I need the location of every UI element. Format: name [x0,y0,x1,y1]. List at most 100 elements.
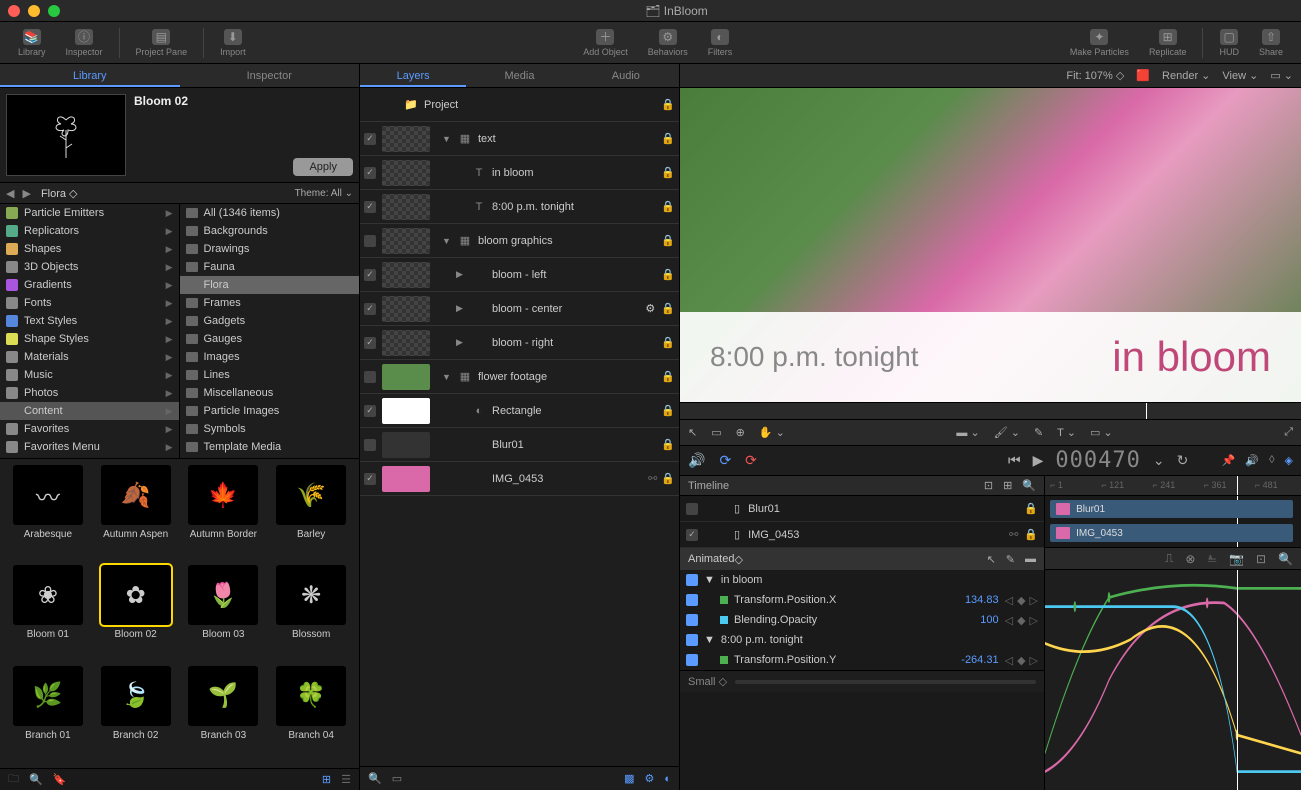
curve-editor[interactable] [1045,570,1301,790]
inspector-button[interactable]: ⓘInspector [56,27,113,59]
audio-tab[interactable]: Audio [573,64,679,87]
pin-icon[interactable]: 📌 [1222,454,1236,467]
asset-item[interactable]: 🌷Bloom 03 [182,565,266,661]
category-item[interactable]: Particle Emitters▶ [0,204,179,222]
folder-item[interactable]: Lines [180,366,360,384]
kf-editor-icon[interactable]: ◈ [1285,454,1293,467]
minimize-button[interactable] [28,5,40,17]
forward-button[interactable]: ▶ [22,187,30,200]
folder-item[interactable]: Backgrounds [180,222,360,240]
category-item[interactable]: Text Styles▶ [0,312,179,330]
asset-item[interactable]: 🍀Branch 04 [269,666,353,762]
list-view-icon[interactable]: ☰ [341,773,351,786]
hand-tool[interactable]: ⊕ [736,426,745,439]
render-menu[interactable]: Render ⌄ [1162,69,1210,82]
layer-row[interactable]: 📁Project🔒 [360,88,679,122]
visibility-checkbox[interactable] [686,503,698,515]
lock-icon[interactable]: 🔒 [661,336,675,349]
filter-icon[interactable]: ◐ [664,773,671,785]
apply-button[interactable]: Apply [293,158,353,176]
folder-item[interactable]: Flora [180,276,360,294]
folder-item[interactable]: Gauges [180,330,360,348]
category-item[interactable]: Shapes▶ [0,240,179,258]
keyframe-row[interactable]: ▼in bloom [680,570,1044,590]
zoom-icon[interactable]: 🔍 [1022,479,1036,492]
visibility-checkbox[interactable]: ✓ [364,473,376,485]
audio-icon[interactable]: 🔊 [1245,454,1259,467]
search-icon[interactable]: 🔍 [29,773,43,786]
category-item[interactable]: Replicators▶ [0,222,179,240]
visibility-checkbox[interactable]: ✓ [364,337,376,349]
category-item[interactable]: 3D Objects▶ [0,258,179,276]
layer-row[interactable]: ▼▦bloom graphics🔒 [360,224,679,258]
record-button[interactable]: ⟳ [745,452,757,469]
visibility-checkbox[interactable]: ✓ [364,405,376,417]
mask-tool[interactable]: ▭ ⌄ [1090,426,1113,439]
back-button[interactable]: ◀ [6,187,14,200]
prev-button[interactable]: ⏮ [1008,452,1021,469]
folder-item[interactable]: Miscellaneous [180,384,360,402]
folder-item[interactable]: Particle Images [180,402,360,420]
asset-item[interactable]: ✿Bloom 02 [94,565,178,661]
lock-icon[interactable]: 🔒 [661,200,675,213]
layer-row[interactable]: ✓T8:00 p.m. tonight🔒 [360,190,679,224]
visibility-checkbox[interactable]: ✓ [364,269,376,281]
snapshot-icon[interactable]: ⎁ [1207,551,1217,566]
folder-item[interactable]: Template Media [180,438,360,456]
mini-timeline[interactable] [680,402,1301,420]
kf-delete-icon[interactable]: ⊗ [1185,552,1195,566]
layer-filter-icon[interactable]: ▭ [392,772,402,785]
fit-selector[interactable]: Fit: 107% ◇ [1066,69,1124,82]
new-folder-icon[interactable]: 🗀 [8,770,19,789]
share-button[interactable]: ⇧Share [1249,27,1293,59]
asset-item[interactable]: 🍁Autumn Border [182,465,266,561]
timecode-display[interactable]: 000470 [1055,448,1140,473]
timeline-ruler[interactable]: ⌐ 1⌐ 121⌐ 241⌐ 361⌐ 481 [1045,476,1301,496]
category-item[interactable]: Shape Styles▶ [0,330,179,348]
replicate-button[interactable]: ⊞Replicate [1139,27,1197,59]
layer-row[interactable]: ✓▶bloom - center⚙🔒 [360,292,679,326]
inspector-tab[interactable]: Inspector [180,64,360,87]
layout-icon[interactable]: ▭ ⌄ [1270,69,1293,82]
zoom-fit-icon[interactable]: ⊞ [1003,479,1012,492]
grid-view-icon[interactable]: ⊞ [322,773,331,786]
snap-icon[interactable]: ⊡ [984,479,993,492]
arrow-tool-icon[interactable]: ↖ [987,553,996,566]
lock-icon[interactable]: 🔒 [661,472,675,485]
category-item[interactable]: Favorites▶ [0,420,179,438]
color-icon[interactable]: 🟥 [1136,69,1150,82]
visibility-checkbox[interactable] [364,371,376,383]
visibility-checkbox[interactable] [364,235,376,247]
layer-row[interactable]: ✓Tin bloom🔒 [360,156,679,190]
behaviors-button[interactable]: ⚙Behaviors [638,27,698,59]
paint-tool[interactable]: 🖌 ⌄ [994,426,1020,439]
timeline-track-row[interactable]: ▯Blur01🔒 [680,496,1044,522]
category-item[interactable]: Photos▶ [0,384,179,402]
lock-icon[interactable]: 🔒 [661,302,675,315]
pen-icon[interactable]: ✎ [1006,553,1015,566]
keyframe-row[interactable]: ▼8:00 p.m. tonight [680,630,1044,650]
layer-row[interactable]: ✓◐Rectangle🔒 [360,394,679,428]
lock-icon[interactable]: 🔒 [661,132,675,145]
canvas-viewport[interactable]: 8:00 p.m. tonight in bloom [680,88,1301,402]
pan-tool[interactable]: ✋ ⌄ [759,426,785,439]
layer-row[interactable]: ▼▦flower footage🔒 [360,360,679,394]
rect-tool[interactable]: ▭ [711,426,721,439]
category-item[interactable]: Content▶ [0,402,179,420]
timeline-tracks[interactable]: Blur01IMG_0453 [1045,496,1301,548]
asset-item[interactable]: 🍂Autumn Aspen [94,465,178,561]
visibility-checkbox[interactable] [364,439,376,451]
folder-item[interactable]: All (1346 items) [180,204,360,222]
hud-button[interactable]: ▢HUD [1209,27,1249,59]
layer-search-icon[interactable]: 🔍 [368,772,382,785]
category-item[interactable]: Materials▶ [0,348,179,366]
asset-item[interactable]: ❋Blossom [269,565,353,661]
visibility-checkbox[interactable]: ✓ [364,133,376,145]
timeline-playhead[interactable] [1237,476,1238,495]
animated-header[interactable]: Animated ◇ ↖ ✎ ▬ [680,548,1044,570]
loop-toggle[interactable]: ⟳ [719,452,731,469]
zoom-button[interactable] [48,5,60,17]
behavior-icon[interactable]: ⚙ [644,772,654,785]
lock-icon[interactable]: 🔒 [661,438,675,451]
asset-item[interactable]: 🌾Barley [269,465,353,561]
